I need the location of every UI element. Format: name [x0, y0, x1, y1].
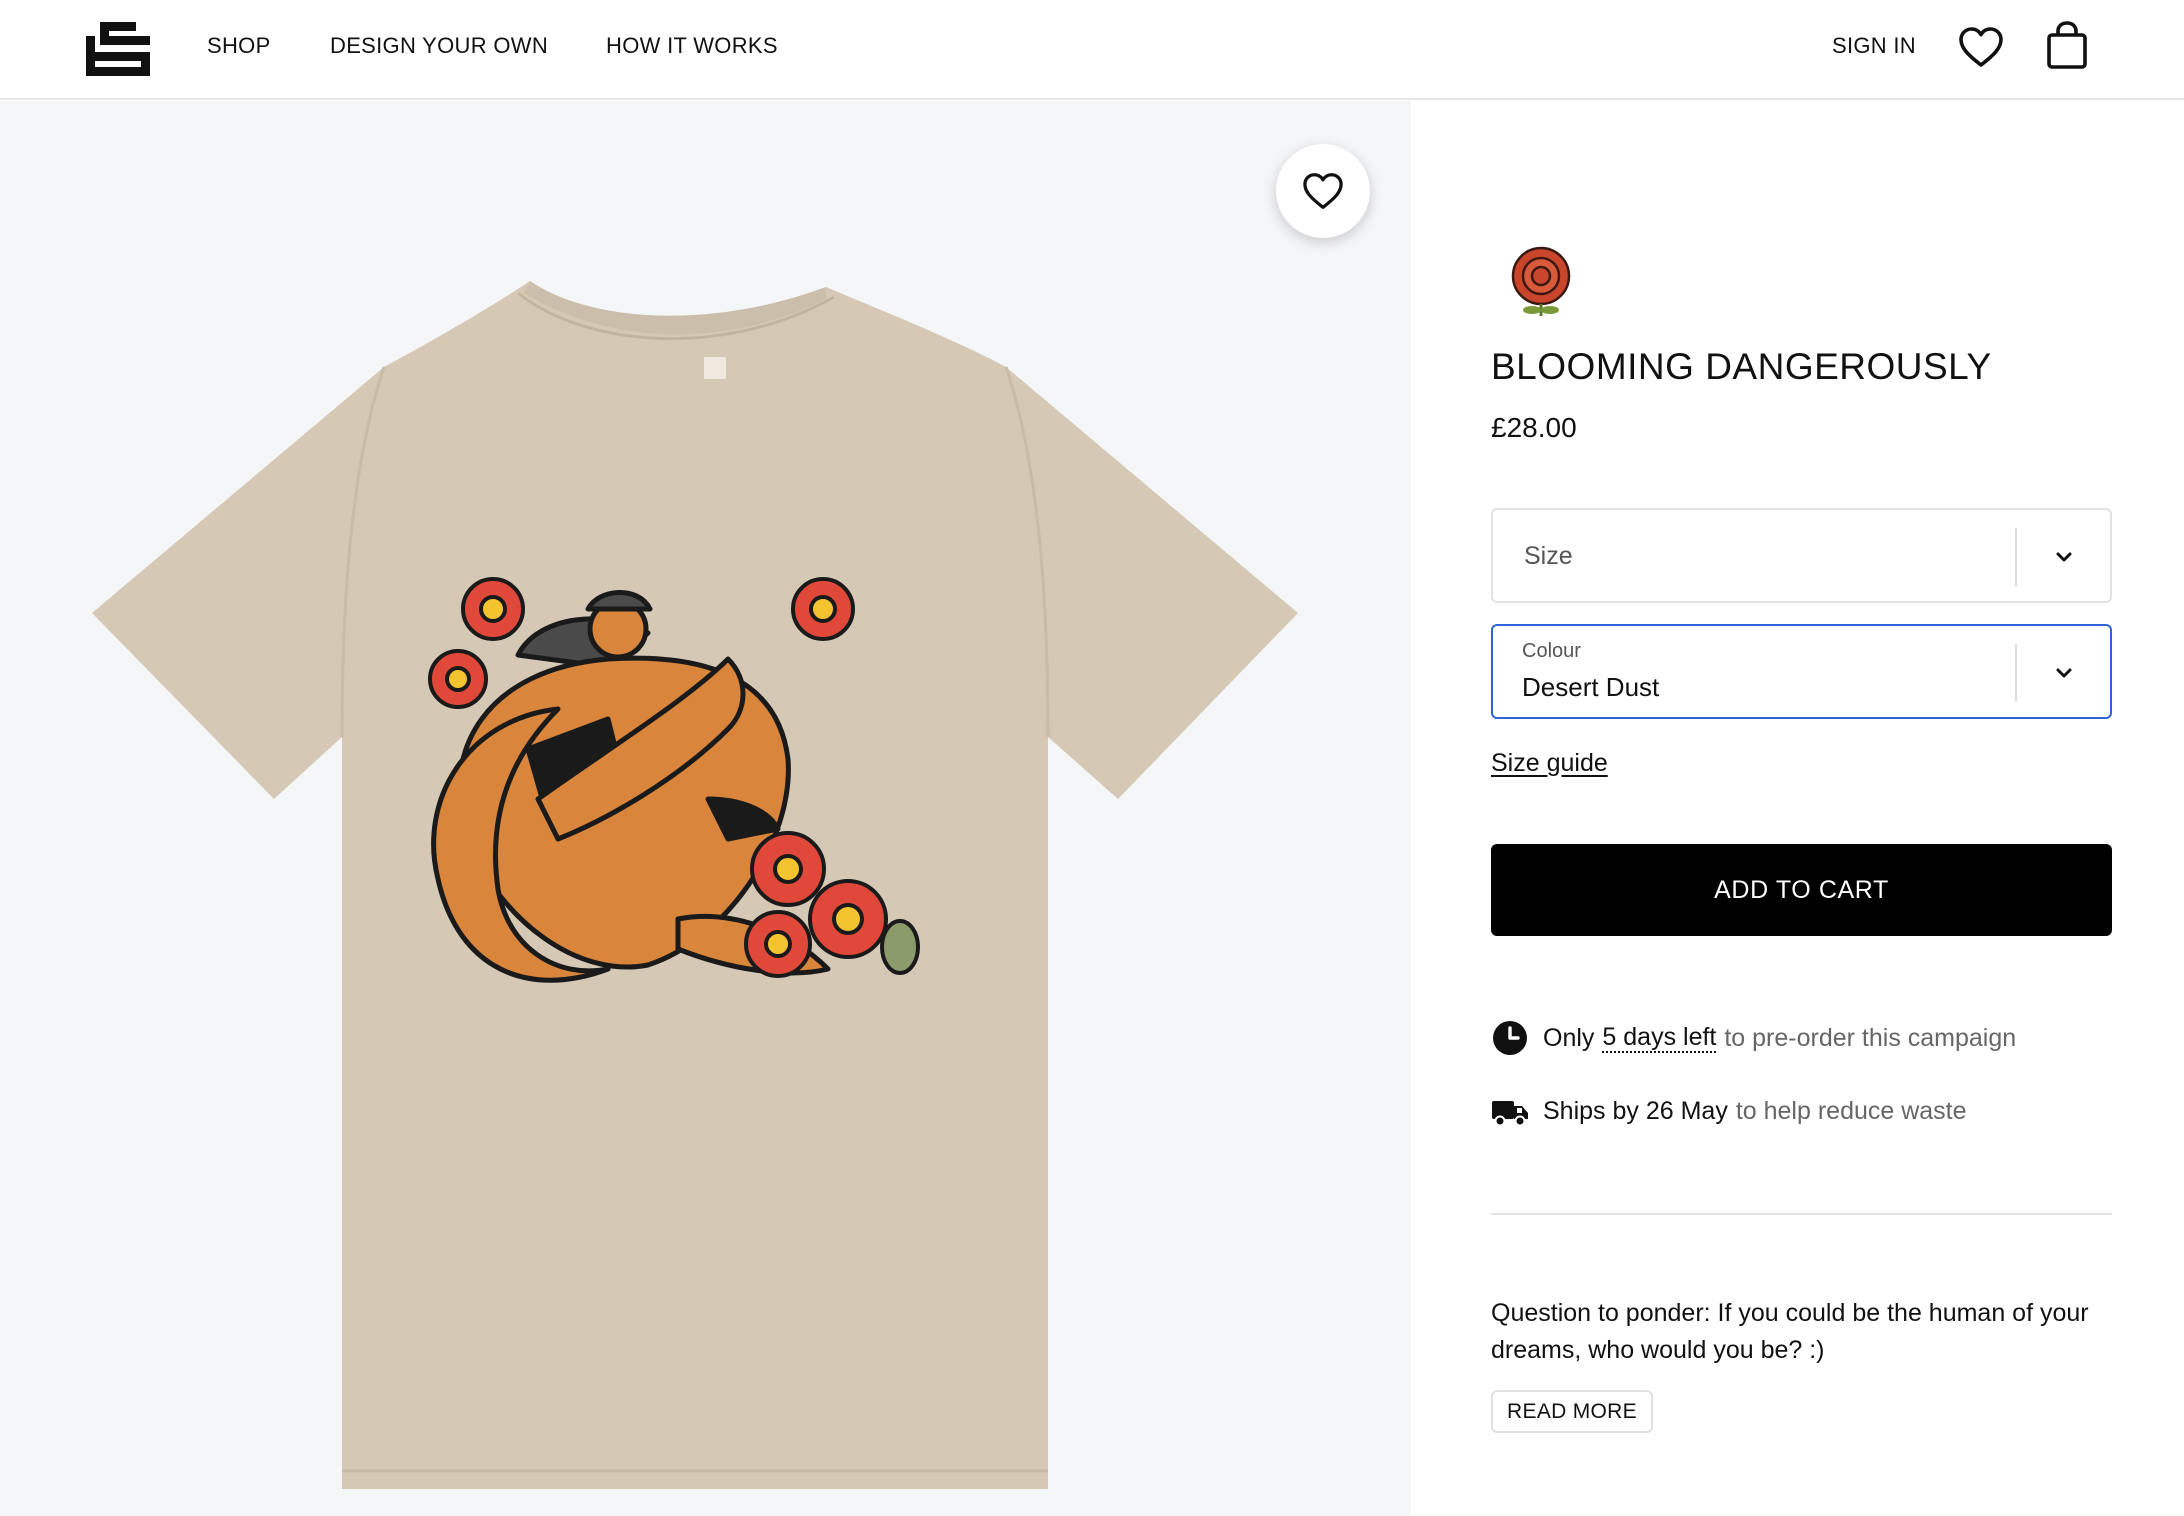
shipping-info: Ships by 26 May to help reduce waste: [1491, 1091, 1967, 1131]
size-select-placeholder: Size: [1524, 542, 1573, 570]
size-guide-link[interactable]: Size guide: [1491, 749, 1608, 778]
section-divider: [1491, 1213, 2112, 1215]
colour-select-label: Colour: [1522, 640, 1581, 662]
nav-design-your-own[interactable]: DESIGN YOUR OWN: [330, 33, 548, 59]
product-description: Question to ponder: If you could be the …: [1491, 1299, 2089, 1364]
nav-shop[interactable]: SHOP: [207, 33, 271, 59]
favourite-button[interactable]: [1276, 144, 1370, 238]
brand-logo-icon[interactable]: [86, 22, 150, 76]
select-divider: [2015, 644, 2017, 702]
colour-select[interactable]: Colour Desert Dust: [1491, 624, 2112, 719]
clock-icon: [1493, 1021, 1527, 1055]
preorder-prefix: Only: [1543, 1023, 1595, 1052]
product-price: £28.00: [1491, 412, 1577, 443]
delivery-truck-icon: [1492, 1101, 1528, 1127]
product-title: BLOOMING DANGEROUSLY: [1491, 346, 1992, 387]
product-image-panel: [0, 101, 1411, 1516]
select-divider: [2015, 528, 2017, 586]
shopping-bag-icon[interactable]: [2046, 20, 2088, 70]
preorder-days-left[interactable]: 5 days left: [1602, 1023, 1717, 1053]
preorder-suffix: to pre-order this campaign: [1724, 1023, 2017, 1052]
chevron-down-icon: [2056, 668, 2072, 678]
heart-icon: [1303, 173, 1343, 209]
colour-select-value: Desert Dust: [1522, 672, 1660, 702]
preorder-info: Only 5 days left to pre-order this campa…: [1491, 1018, 2016, 1058]
ships-by-date: Ships by 26 May: [1543, 1096, 1728, 1125]
ships-note: to help reduce waste: [1735, 1096, 1967, 1125]
read-more-button[interactable]: READ MORE: [1491, 1390, 1653, 1433]
brand-rose-logo[interactable]: [1496, 246, 1586, 336]
heart-icon[interactable]: [1958, 26, 2004, 68]
size-select[interactable]: Size: [1491, 508, 2112, 603]
add-to-cart-button[interactable]: ADD TO CART: [1491, 844, 2112, 936]
product-image-tshirt: [92, 281, 1298, 1489]
sign-in-link[interactable]: SIGN IN: [1832, 33, 1916, 59]
chevron-down-icon: [2056, 552, 2072, 562]
site-header: SHOP DESIGN YOUR OWN HOW IT WORKS SIGN I…: [0, 0, 2184, 100]
nav-how-it-works[interactable]: HOW IT WORKS: [606, 33, 778, 59]
